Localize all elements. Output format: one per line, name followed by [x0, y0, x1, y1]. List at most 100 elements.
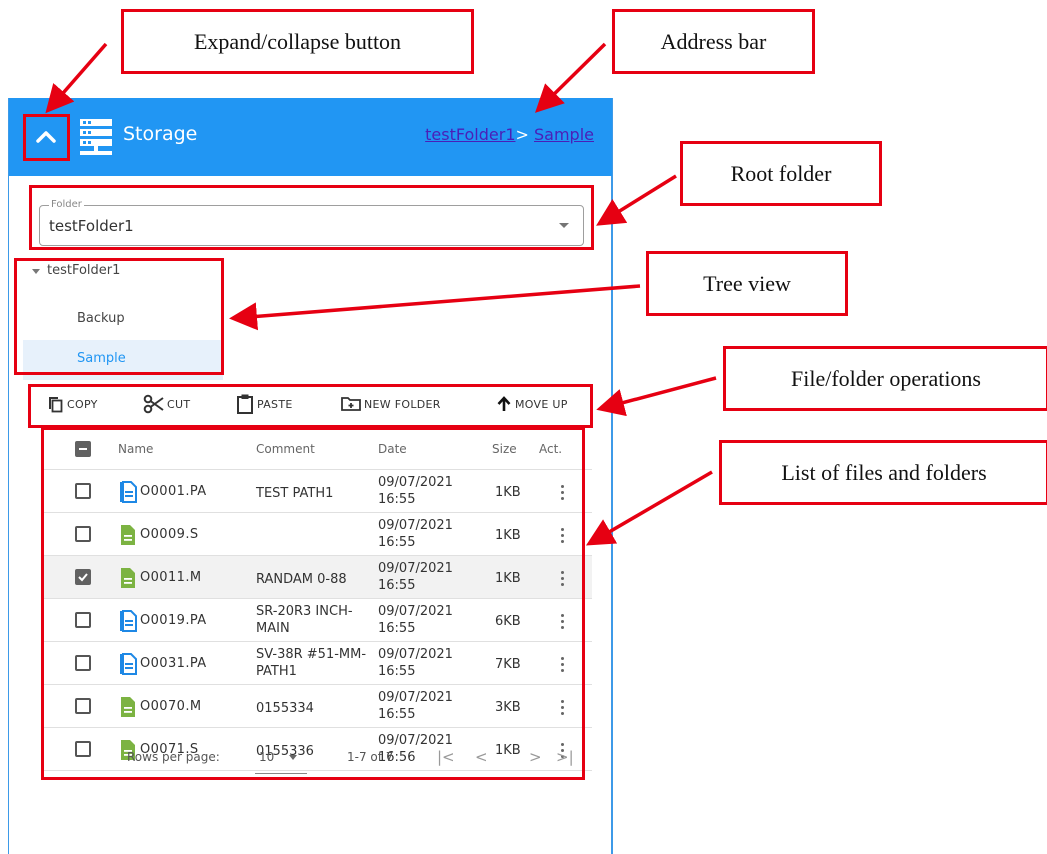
annotation-file-list: List of files and folders: [719, 440, 1047, 505]
tree-node-label: Backup: [77, 311, 125, 326]
column-header-name[interactable]: Name: [118, 442, 153, 456]
table-header: Name Comment Date Size Act.: [44, 428, 592, 470]
arrow-ops: [596, 376, 717, 417]
copy-label: COPY: [67, 397, 98, 411]
tree-node-label: testFolder1: [47, 263, 121, 278]
paste-button[interactable]: PASTE: [235, 388, 293, 420]
tree-node-root[interactable]: testFolder1: [23, 260, 223, 300]
tree-node-backup[interactable]: Backup: [23, 300, 223, 340]
new-folder-label: NEW FOLDER: [364, 397, 441, 411]
move-up-label: MOVE UP: [515, 397, 568, 411]
root-folder-select[interactable]: Folder testFolder1: [39, 199, 584, 246]
annotation-root-folder: Root folder: [680, 141, 882, 206]
file-name: O0011.M: [140, 570, 202, 585]
clipboard-icon: [237, 394, 253, 414]
rows-per-page-label: Rows per page:: [127, 750, 220, 764]
annotation-address-bar: Address bar: [612, 9, 815, 74]
more-vertical-icon[interactable]: [557, 483, 569, 501]
row-checkbox[interactable]: [75, 612, 91, 628]
panel-title: Storage: [123, 123, 198, 145]
breadcrumb-current-link[interactable]: Sample: [534, 125, 594, 144]
file-name: O0019.PA: [140, 613, 207, 628]
more-vertical-icon[interactable]: [557, 526, 569, 544]
document-icon: [120, 481, 137, 503]
address-bar: testFolder1> Sample: [425, 125, 594, 144]
annotation-file-operations: File/folder operations: [723, 346, 1047, 411]
tree-node-sample[interactable]: Sample: [23, 340, 223, 380]
arrow-root: [596, 174, 677, 226]
file-comment: TEST PATH1: [256, 486, 334, 501]
row-checkbox[interactable]: [75, 698, 91, 714]
file-comment: SV-38R #51-MM-PATH1: [256, 647, 367, 679]
more-vertical-icon[interactable]: [557, 655, 569, 673]
file-name: O0070.M: [140, 699, 202, 714]
row-checkbox[interactable]: [75, 483, 91, 499]
column-header-action: Act.: [539, 442, 563, 456]
document-icon: [120, 653, 137, 675]
copy-button[interactable]: COPY: [45, 388, 98, 420]
cut-button[interactable]: CUT: [143, 388, 190, 420]
file-date: 09/07/2021 16:55: [378, 518, 453, 550]
file-size: 1KB: [495, 528, 521, 543]
dropdown-arrow-icon: [289, 755, 297, 760]
table-row[interactable]: O0031.PA SV-38R #51-MM-PATH1 09/07/2021 16…: [44, 642, 592, 685]
prev-page-icon[interactable]: <: [475, 748, 488, 766]
row-checkbox[interactable]: [75, 655, 91, 671]
row-checkbox[interactable]: [75, 526, 91, 542]
cut-label: CUT: [167, 397, 191, 411]
annotation-expand-collapse: Expand/collapse button: [121, 9, 474, 74]
rows-per-page-select[interactable]: 10: [255, 750, 307, 774]
minus-icon: [79, 448, 87, 450]
last-page-icon[interactable]: >|: [556, 748, 574, 766]
file-comment: SR-20R3 INCH-MAIN: [256, 604, 353, 636]
new-folder-button[interactable]: NEW FOLDER: [340, 388, 441, 420]
more-vertical-icon[interactable]: [557, 569, 569, 587]
file-size: 1KB: [495, 571, 521, 586]
column-header-date[interactable]: Date: [378, 442, 407, 456]
tree-node-label: Sample: [77, 351, 126, 366]
chevron-up-icon: [36, 131, 56, 143]
file-name: O0001.PA: [140, 484, 207, 499]
select-all-checkbox[interactable]: [75, 441, 91, 457]
dropdown-arrow-icon: [559, 223, 569, 228]
annotation-tree-view: Tree view: [646, 251, 848, 316]
more-vertical-icon[interactable]: [557, 698, 569, 716]
file-icon: [121, 697, 135, 717]
caret-down-icon[interactable]: [32, 269, 40, 274]
page-range: 1-7 of 7: [347, 750, 394, 764]
file-name: O0009.S: [140, 527, 199, 542]
breadcrumb-separator: >: [515, 125, 529, 144]
file-operations-toolbar: COPY CUT PASTE NEW FOLDER MOVE UP: [39, 388, 594, 420]
folder-select-value: testFolder1: [49, 217, 134, 235]
paste-label: PASTE: [257, 397, 293, 411]
rows-per-page-value: 10: [259, 750, 275, 764]
column-header-size[interactable]: Size: [492, 442, 517, 456]
expand-collapse-button[interactable]: [24, 115, 68, 159]
storage-panel: Storage testFolder1> Sample Folder testF…: [8, 98, 613, 854]
file-date: 09/07/2021 16:55: [378, 647, 453, 679]
pagination: Rows per page: 10 1-7 of 7 |< < > >|: [44, 748, 592, 790]
file-size: 6KB: [495, 614, 521, 629]
panel-header: Storage testFolder1> Sample: [9, 98, 612, 176]
server-icon: [80, 119, 112, 155]
file-list-table: Name Comment Date Size Act. O0001.PA TEST…: [44, 428, 592, 771]
tree-view: testFolder1 Backup Sample: [23, 260, 223, 380]
first-page-icon[interactable]: |<: [437, 748, 455, 766]
table-row[interactable]: O0011.M RANDAM 0-88 09/07/2021 16:55 1KB: [44, 556, 592, 599]
scissors-icon: [143, 394, 164, 414]
move-up-button[interactable]: MOVE UP: [495, 388, 568, 420]
table-row[interactable]: O0019.PA SR-20R3 INCH-MAIN 09/07/2021 16:5…: [44, 599, 592, 642]
next-page-icon[interactable]: >: [529, 748, 542, 766]
check-icon: [78, 573, 88, 582]
document-icon: [120, 610, 137, 632]
new-folder-icon: [341, 397, 361, 411]
breadcrumb-root-link[interactable]: testFolder1: [425, 125, 515, 144]
table-row[interactable]: O0070.M 0155334 09/07/2021 16:55 3KB: [44, 685, 592, 728]
more-vertical-icon[interactable]: [557, 612, 569, 630]
file-comment: 0155334: [256, 701, 314, 716]
column-header-comment[interactable]: Comment: [256, 442, 315, 456]
file-date: 09/07/2021 16:55: [378, 604, 453, 636]
table-row[interactable]: O0001.PA TEST PATH1 09/07/2021 16:55 1KB: [44, 470, 592, 513]
table-row[interactable]: O0009.S 09/07/2021 16:55 1KB: [44, 513, 592, 556]
row-checkbox[interactable]: [75, 569, 91, 585]
